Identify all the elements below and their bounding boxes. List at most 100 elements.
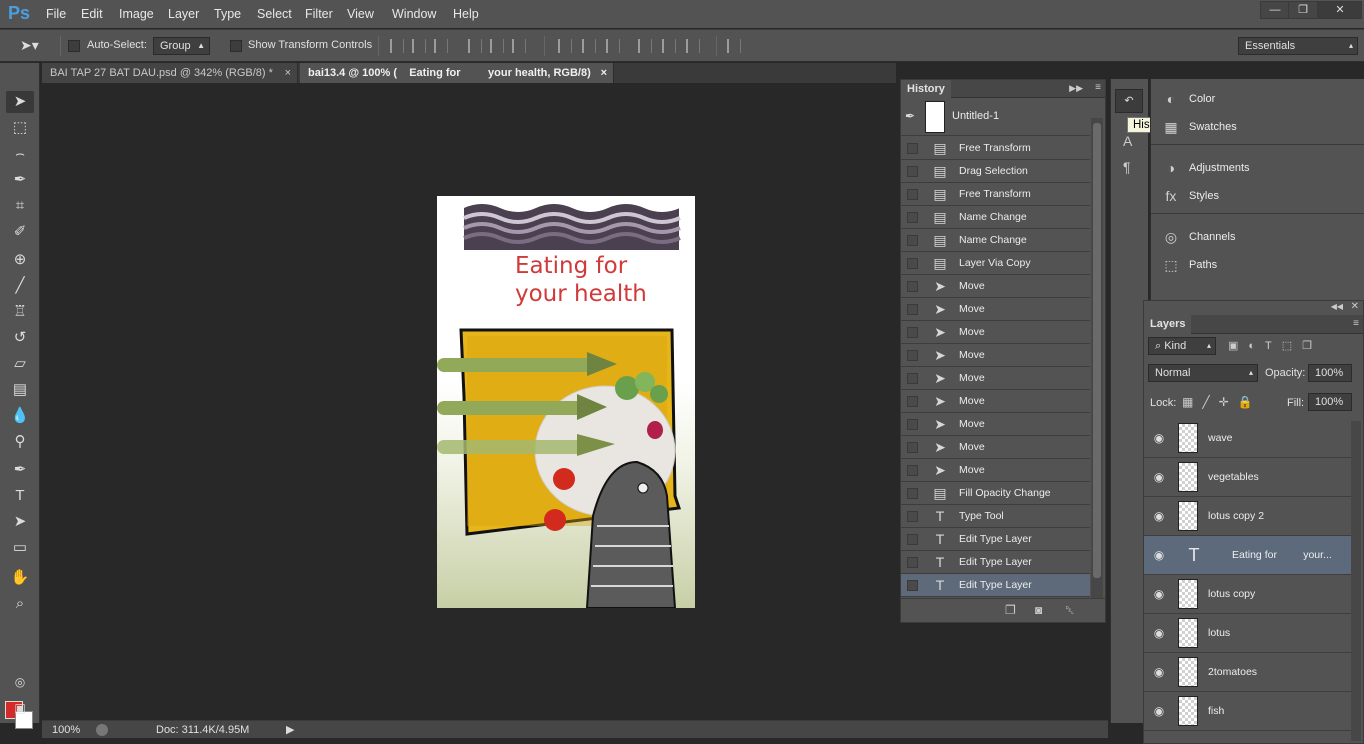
history-checkbox[interactable]: [907, 304, 918, 315]
align-top-icon[interactable]: [390, 39, 404, 53]
history-row[interactable]: ▤ Free Transform: [901, 137, 1090, 160]
close-tab-icon[interactable]: ×: [285, 63, 291, 83]
distribute-right-icon[interactable]: [686, 39, 700, 53]
visibility-eye-icon[interactable]: ◉: [1152, 470, 1166, 484]
align-bottom-icon[interactable]: [434, 39, 448, 53]
menu-help[interactable]: Help: [453, 7, 479, 21]
move-tool-preset-icon[interactable]: ➤▾: [20, 37, 39, 54]
layer-row[interactable]: ◉ vegetables: [1144, 458, 1351, 497]
distribute-left-icon[interactable]: [638, 39, 652, 53]
layer-row[interactable]: ◉ lotus: [1144, 614, 1351, 653]
auto-select-checkbox[interactable]: [68, 40, 80, 52]
menu-image[interactable]: Image: [119, 7, 154, 21]
align-vcenter-icon[interactable]: [412, 39, 426, 53]
layers-tab[interactable]: Layers: [1144, 315, 1192, 334]
history-checkbox[interactable]: [907, 396, 918, 407]
visibility-eye-icon[interactable]: ◉: [1152, 548, 1166, 562]
visibility-eye-icon[interactable]: ◉: [1152, 431, 1166, 445]
layers-scrollbar[interactable]: [1351, 421, 1361, 741]
history-checkbox[interactable]: [907, 465, 918, 476]
rectangle-tool-icon[interactable]: ▭: [6, 537, 34, 559]
menu-select[interactable]: Select: [257, 7, 292, 21]
history-snapshot[interactable]: ✒ Untitled-1: [901, 99, 1090, 136]
history-checkbox[interactable]: [907, 189, 918, 200]
distribute-hcenter-icon[interactable]: [662, 39, 676, 53]
align-right-icon[interactable]: [512, 39, 526, 53]
menu-window[interactable]: Window: [392, 7, 436, 21]
healing-brush-tool-icon[interactable]: ⊕: [6, 249, 34, 271]
filter-kind-dropdown[interactable]: ⌕ Kind ▴: [1148, 337, 1216, 355]
history-tab[interactable]: History: [901, 80, 951, 98]
trash-icon[interactable]: ␡: [1065, 603, 1075, 618]
history-checkbox[interactable]: [907, 442, 918, 453]
close-panel-icon[interactable]: ✕: [1351, 301, 1359, 312]
menu-filter[interactable]: Filter: [305, 7, 333, 21]
history-checkbox[interactable]: [907, 281, 918, 292]
path-selection-tool-icon[interactable]: ➤: [6, 511, 34, 533]
paragraph-panel-icon[interactable]: ¶: [1123, 159, 1131, 175]
panel-menu-icon[interactable]: ≡: [1353, 318, 1359, 329]
restore-button[interactable]: ❐: [1288, 1, 1318, 19]
history-row[interactable]: ▤ Name Change: [901, 229, 1090, 252]
history-checkbox[interactable]: [907, 235, 918, 246]
dodge-tool-icon[interactable]: ⚲: [6, 431, 34, 453]
layer-row[interactable]: ◉ 2tomatoes: [1144, 653, 1351, 692]
history-row[interactable]: T Type Tool: [901, 505, 1090, 528]
visibility-eye-icon[interactable]: ◉: [1152, 626, 1166, 640]
canvas-document[interactable]: Eating for your health: [437, 196, 695, 608]
history-checkbox[interactable]: [907, 419, 918, 430]
history-row[interactable]: ➤ Move: [901, 390, 1090, 413]
history-row[interactable]: ➤ Move: [901, 367, 1090, 390]
history-panel-icon[interactable]: ↶: [1115, 89, 1143, 113]
quick-mask-icon[interactable]: ◎: [6, 671, 34, 693]
visibility-eye-icon[interactable]: ◉: [1152, 587, 1166, 601]
move-tool-icon[interactable]: ➤: [6, 91, 34, 113]
visibility-eye-icon[interactable]: ◉: [1152, 665, 1166, 679]
visibility-eye-icon[interactable]: ◉: [1152, 704, 1166, 718]
history-checkbox[interactable]: [907, 166, 918, 177]
document-info-icon[interactable]: [96, 724, 108, 736]
fill-input[interactable]: 100%: [1308, 393, 1352, 411]
menu-layer[interactable]: Layer: [168, 7, 199, 21]
auto-align-icon[interactable]: [727, 39, 741, 53]
history-row[interactable]: ➤ Move: [901, 298, 1090, 321]
status-arrow-icon[interactable]: ▶: [286, 723, 294, 736]
brush-tool-icon[interactable]: ╱: [6, 275, 34, 297]
history-checkbox[interactable]: [907, 557, 918, 568]
marquee-tool-icon[interactable]: ⬚: [6, 117, 34, 139]
screen-mode-icon[interactable]: ▣: [6, 697, 34, 719]
history-scroll-thumb[interactable]: [1093, 123, 1101, 578]
close-tab-icon[interactable]: ×: [601, 63, 607, 83]
menu-edit[interactable]: Edit: [81, 7, 103, 21]
zoom-level[interactable]: 100%: [52, 724, 80, 736]
layer-row[interactable]: ◉ fish: [1144, 692, 1351, 731]
history-row[interactable]: ➤ Move: [901, 436, 1090, 459]
history-checkbox[interactable]: [907, 488, 918, 499]
layer-row[interactable]: ◉ wave: [1144, 419, 1351, 458]
history-row[interactable]: T Edit Type Layer: [901, 528, 1090, 551]
layer-row[interactable]: ◉ lotus copy 2: [1144, 497, 1351, 536]
history-scrollbar[interactable]: [1091, 118, 1103, 598]
zoom-tool-icon[interactable]: ⌕: [6, 593, 34, 615]
camera-snapshot-icon[interactable]: ◙: [1035, 603, 1042, 617]
clone-stamp-tool-icon[interactable]: ♖: [6, 301, 34, 323]
workspace-dropdown[interactable]: Essentials ▴: [1238, 37, 1358, 55]
history-row[interactable]: ➤ Move: [901, 321, 1090, 344]
minimize-button[interactable]: —: [1260, 1, 1290, 19]
character-panel-icon[interactable]: A: [1123, 133, 1132, 149]
gradient-tool-icon[interactable]: ▤: [6, 379, 34, 401]
distribute-bottom-icon[interactable]: [606, 39, 620, 53]
history-brush-tool-icon[interactable]: ↺: [6, 327, 34, 349]
history-checkbox[interactable]: [907, 511, 918, 522]
align-left-icon[interactable]: [468, 39, 482, 53]
history-brush-source-icon[interactable]: ✒: [905, 109, 915, 123]
history-checkbox[interactable]: [907, 327, 918, 338]
history-row[interactable]: ▤ Name Change: [901, 206, 1090, 229]
blur-tool-icon[interactable]: 💧: [6, 405, 34, 427]
distribute-top-icon[interactable]: [558, 39, 572, 53]
distribute-vcenter-icon[interactable]: [582, 39, 596, 53]
history-row[interactable]: ▤ Drag Selection: [901, 160, 1090, 183]
menu-view[interactable]: View: [347, 7, 374, 21]
collapse-icon[interactable]: ▶▶: [1069, 83, 1083, 94]
opacity-input[interactable]: 100%: [1308, 364, 1352, 382]
